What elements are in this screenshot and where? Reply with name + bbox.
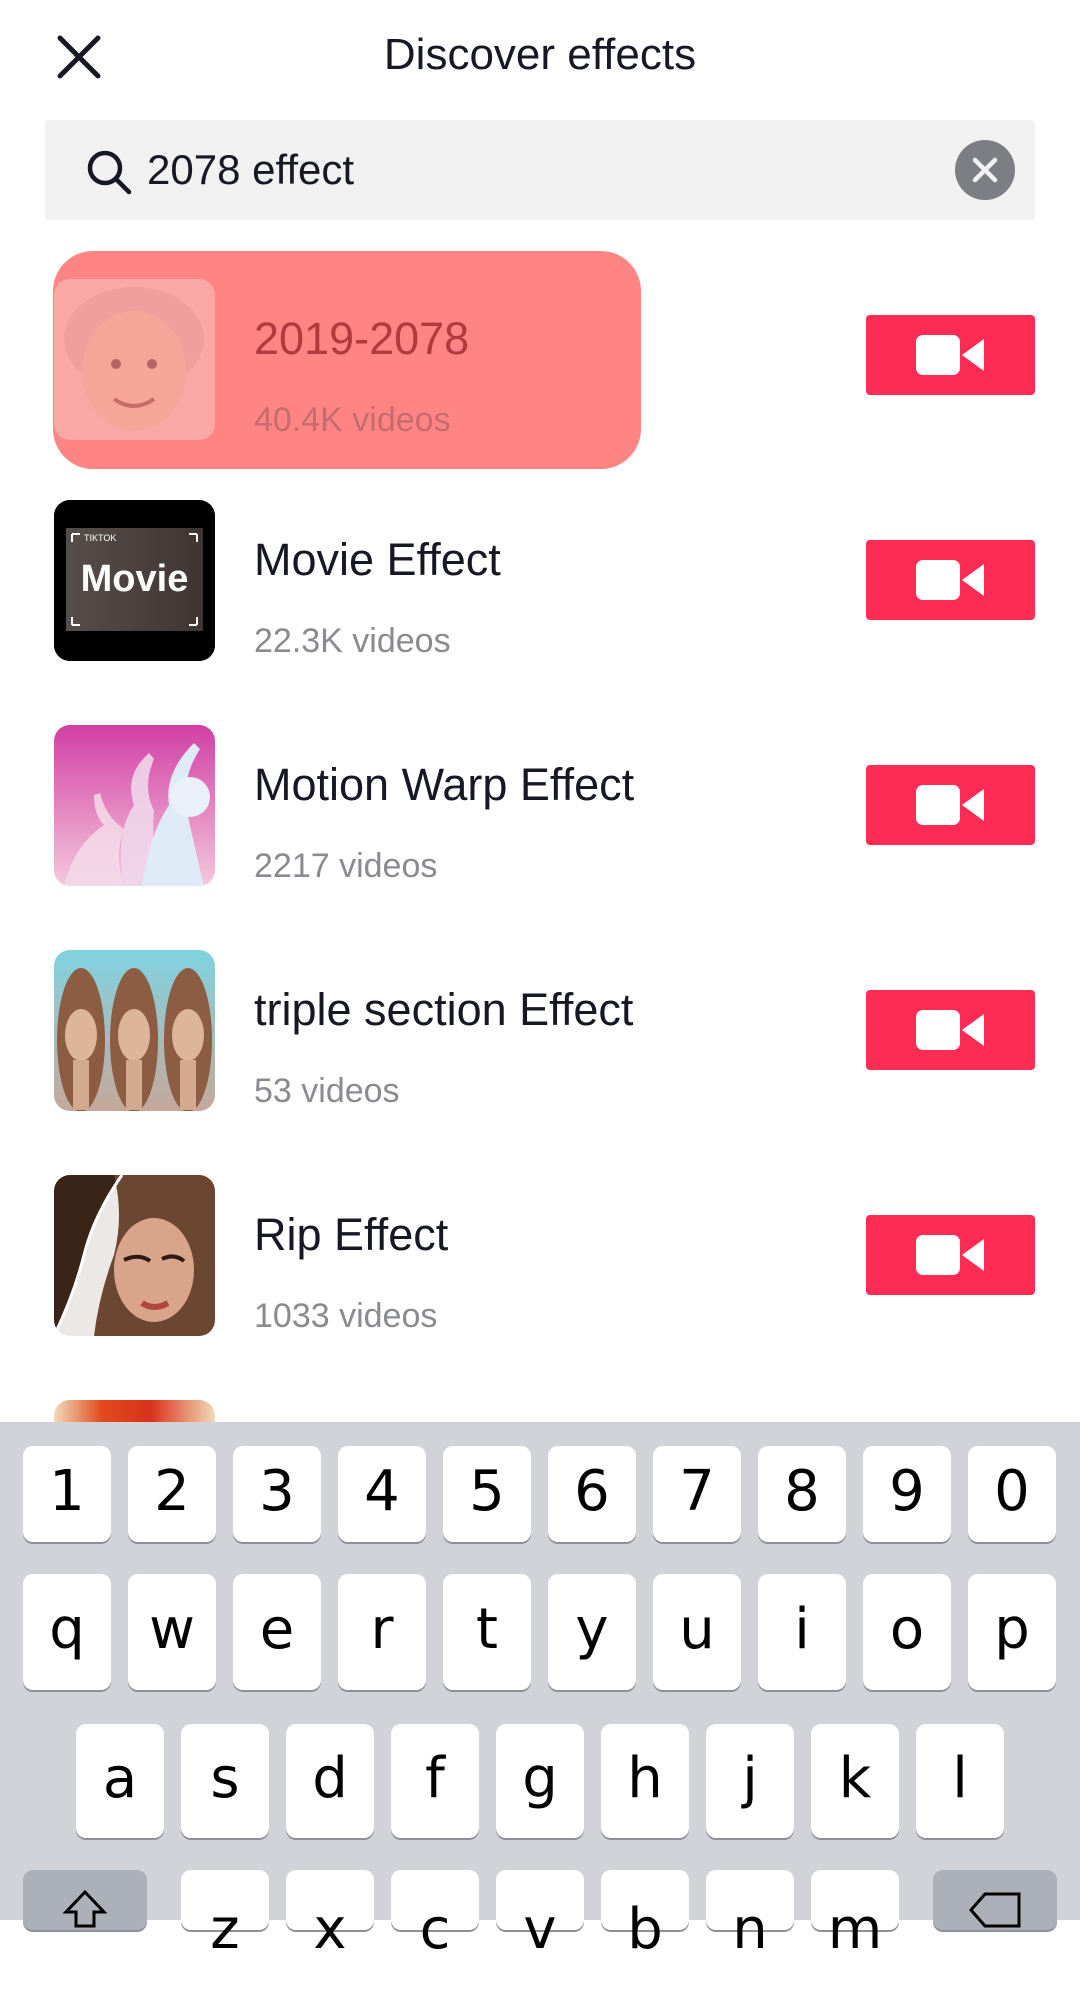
elderly-face-thumbnail xyxy=(54,279,215,440)
key[interactable]: u xyxy=(653,1574,741,1690)
key[interactable]: m xyxy=(811,1870,899,1962)
video-count: 2217 videos xyxy=(254,847,438,885)
key[interactable]: o xyxy=(863,1574,951,1690)
rip-thumbnail xyxy=(54,1175,215,1336)
movie-thumbnail: TIKTOK Movie xyxy=(54,500,215,661)
shift-icon xyxy=(62,1889,108,1928)
key[interactable]: s xyxy=(181,1724,269,1838)
key[interactable]: 2 xyxy=(128,1446,216,1542)
video-camera-icon xyxy=(916,560,984,600)
video-count: 53 videos xyxy=(254,1072,400,1110)
record-button[interactable] xyxy=(866,540,1035,620)
triple-face-thumbnail xyxy=(54,950,215,1111)
record-button[interactable] xyxy=(866,990,1035,1070)
list-item[interactable]: triple section Effect 53 videos xyxy=(0,950,1080,1150)
key[interactable]: n xyxy=(706,1870,794,1962)
keyboard: 1 2 3 4 5 6 7 8 9 0 q w e r t y u i o p … xyxy=(0,1422,1080,1962)
movie-thumbnail-caption: TIKTOK xyxy=(84,533,117,543)
key[interactable]: y xyxy=(548,1574,636,1690)
record-button[interactable] xyxy=(866,315,1035,395)
key[interactable]: 3 xyxy=(233,1446,321,1542)
key[interactable]: g xyxy=(496,1724,584,1838)
record-button[interactable] xyxy=(866,765,1035,845)
key[interactable]: q xyxy=(23,1574,111,1690)
video-count: 40.4K videos xyxy=(254,401,451,439)
key[interactable]: t xyxy=(443,1574,531,1690)
key[interactable]: 0 xyxy=(968,1446,1056,1542)
movie-thumbnail-text: Movie xyxy=(80,558,189,600)
key[interactable]: a xyxy=(76,1724,164,1838)
video-camera-icon xyxy=(916,335,984,375)
key[interactable]: z xyxy=(181,1870,269,1962)
key[interactable]: b xyxy=(601,1870,689,1962)
effect-name: triple section Effect xyxy=(254,984,634,1035)
shift-key[interactable] xyxy=(23,1870,147,1930)
effect-name: 2019-2078 xyxy=(254,313,470,364)
key[interactable]: f xyxy=(391,1724,479,1838)
video-camera-icon xyxy=(916,1235,984,1275)
key[interactable]: 1 xyxy=(23,1446,111,1542)
key[interactable]: k xyxy=(811,1724,899,1838)
motion-warp-thumbnail xyxy=(54,725,215,886)
key[interactable]: c xyxy=(391,1870,479,1962)
key[interactable]: i xyxy=(758,1574,846,1690)
key[interactable]: w xyxy=(128,1574,216,1690)
video-camera-icon xyxy=(916,1010,984,1050)
search-icon xyxy=(85,148,133,196)
key[interactable]: v xyxy=(496,1870,584,1962)
key[interactable]: h xyxy=(601,1724,689,1838)
list-item[interactable]: Rip Effect 1033 videos xyxy=(0,1175,1080,1375)
partial-thumbnail xyxy=(54,1400,215,1422)
video-count: 22.3K videos xyxy=(254,622,451,660)
key[interactable]: d xyxy=(286,1724,374,1838)
header: Discover effects xyxy=(0,0,1080,112)
page-title: Discover effects xyxy=(383,30,697,79)
list-item[interactable]: TIKTOK Movie Movie Effect 22.3K videos xyxy=(0,500,1080,700)
backspace-key[interactable] xyxy=(933,1870,1057,1930)
key[interactable]: x xyxy=(286,1870,374,1962)
key[interactable]: l xyxy=(916,1724,1004,1838)
key[interactable]: 8 xyxy=(758,1446,846,1542)
effect-name: Movie Effect xyxy=(254,534,501,585)
list-item[interactable]: Motion Warp Effect 2217 videos xyxy=(0,725,1080,925)
backspace-icon xyxy=(969,1892,1021,1928)
effect-name: Rip Effect xyxy=(254,1209,449,1260)
search-input[interactable]: 2078 effect xyxy=(147,144,354,196)
key[interactable]: 6 xyxy=(548,1446,636,1542)
key[interactable]: j xyxy=(706,1724,794,1838)
clear-icon[interactable] xyxy=(953,138,1017,202)
list-item[interactable]: 2019-2078 40.4K videos xyxy=(0,279,1080,479)
video-camera-icon xyxy=(916,785,984,825)
key[interactable]: e xyxy=(233,1574,321,1690)
key[interactable]: 7 xyxy=(653,1446,741,1542)
key[interactable]: r xyxy=(338,1574,426,1690)
key[interactable]: 5 xyxy=(443,1446,531,1542)
key[interactable]: 4 xyxy=(338,1446,426,1542)
record-button[interactable] xyxy=(866,1215,1035,1295)
key[interactable]: 9 xyxy=(863,1446,951,1542)
effect-name: Motion Warp Effect xyxy=(254,759,635,810)
video-count: 1033 videos xyxy=(254,1297,438,1335)
key[interactable]: p xyxy=(968,1574,1056,1690)
search-bar[interactable]: 2078 effect xyxy=(45,120,1035,220)
